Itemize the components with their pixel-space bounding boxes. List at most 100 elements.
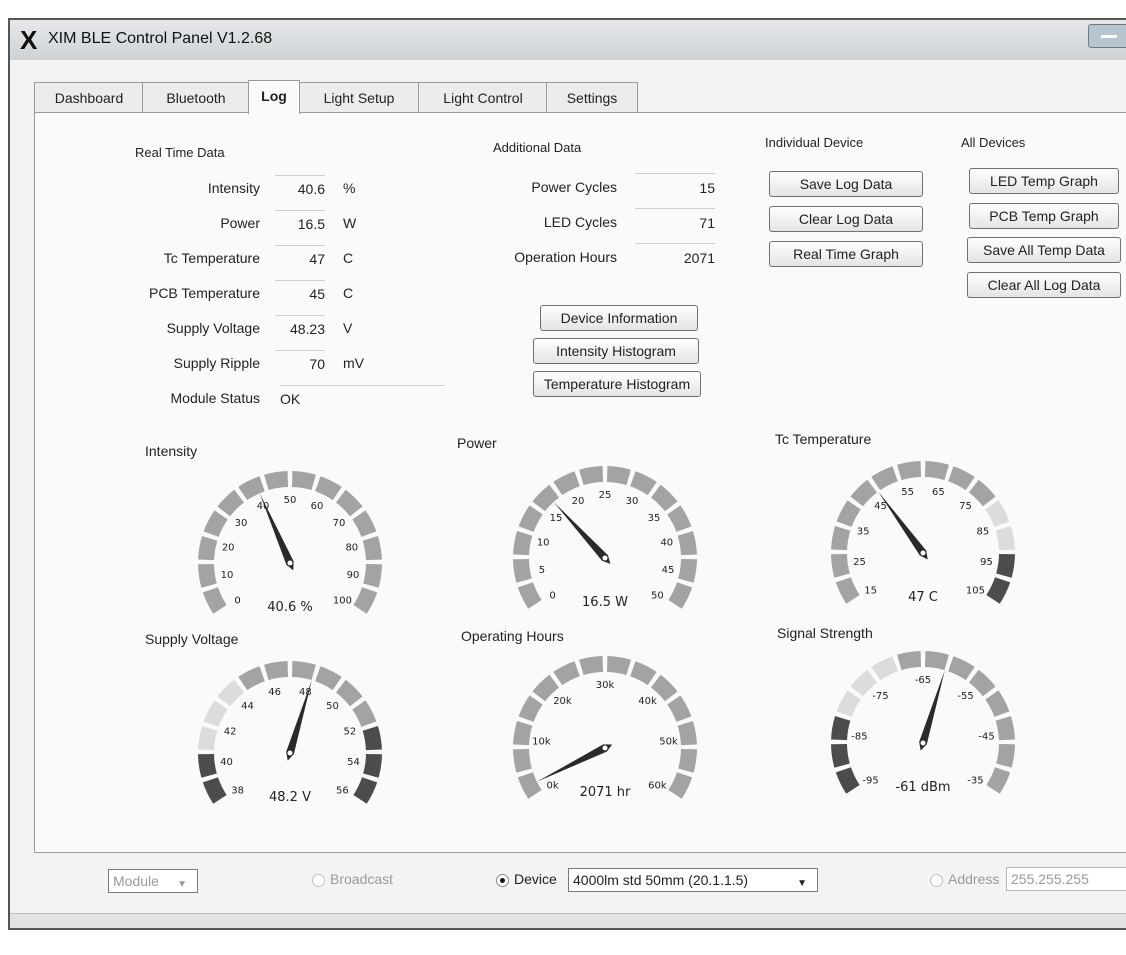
gauge-segment [986,767,1011,794]
gauge-segment [871,466,898,491]
gauge-segment [264,471,289,491]
intensity-histogram-button[interactable]: Intensity Histogram [533,338,699,364]
gauge-segment [203,700,228,727]
gauge-segment [835,577,860,604]
gauge-segment [835,767,860,794]
device-label: Device [514,871,557,887]
clear-all-log-data-button[interactable]: Clear All Log Data [967,272,1121,298]
temperature-histogram-button[interactable]: Temperature Histogram [533,371,701,397]
gauge-segment [198,564,217,588]
gauge-readout: 16.5 W [582,595,628,610]
individual-device-title: Individual Device [765,135,864,150]
gauge-tick-label: 38 [231,786,244,797]
gauge-segment [362,725,382,751]
gauge-tick-label: -95 [862,776,878,787]
gauge-segment [630,661,657,686]
rt-label-supply-ripple: Supply Ripple [173,355,260,371]
rt-label-tc-temperature: Tc Temperature [163,250,260,266]
device-radio[interactable] [496,874,509,887]
gauge-tick-label: 80 [345,542,358,553]
gauge-tick-label: -75 [872,691,888,702]
gauge-segment [517,582,542,609]
gauge-tick-label: 0 [234,596,240,607]
address-label: Address [948,871,1000,887]
gauge-tick-label: 35 [648,513,661,524]
gauge-segment [202,587,227,614]
gauge-segment [831,715,851,741]
tab-light-control[interactable]: Light Control [418,82,548,113]
gauge-segment [352,510,377,537]
gauge-tick-label: 30k [596,680,615,691]
gauge-tick-label: 30 [235,518,248,529]
gauge-segment [291,471,316,491]
gauge-readout: 48.2 V [269,790,311,805]
tab-light-setup[interactable]: Light Setup [298,82,420,113]
gauge-tick-label: 45 [662,565,675,576]
gauge-operating-hours: 0k 10k 20k 30k 40k 50k 60k 2071 hr [513,656,697,800]
gauge-tick-label: 0 [549,591,555,602]
gauge-tick-label: 45 [874,501,887,512]
tab-dashboard[interactable]: Dashboard [34,82,144,113]
gauge-tick-label: 50 [651,591,664,602]
gauge-intensity: 010203040506070809010040.6 % [198,471,382,615]
gauge-segment [202,777,227,804]
led-temp-graph-button[interactable]: LED Temp Graph [969,168,1119,194]
gauge-segment [677,720,697,746]
real-time-graph-button[interactable]: Real Time Graph [769,241,923,267]
gauge-tick-label: 10 [537,537,550,548]
save-all-temp-data-button[interactable]: Save All Temp Data [967,237,1121,263]
gauge-segment [667,505,692,532]
minimize-button[interactable] [1088,24,1126,48]
gauge-title-supply-voltage: Supply Voltage [145,631,239,647]
rt-unit-supply-ripple: mV [343,355,364,371]
rt-value-intensity: 40.6 [275,175,325,197]
gauge-signal-strength: -95 -85 -75 -65 -55 -45 -35 -61 dBm [831,651,1015,795]
gauge-segment [518,505,543,532]
gauge-segment [968,479,996,507]
gauge-segment [513,749,532,773]
save-log-data-button[interactable]: Save Log Data [769,171,923,197]
tab-bluetooth[interactable]: Bluetooth [142,82,250,113]
rt-value-module-status: OK [280,385,445,407]
pcb-temp-graph-button[interactable]: PCB Temp Graph [969,203,1119,229]
gauge-segment [363,754,382,778]
tab-log[interactable]: Log [248,80,300,114]
rt-unit-power: W [343,215,357,231]
module-select[interactable]: Module ▼ [108,869,198,893]
address-input[interactable]: 255.255.255 [1006,867,1126,891]
device-select-value: 4000lm std 50mm (20.1.1.5) [573,872,749,888]
gauge-tick-label: 95 [980,557,993,568]
gauge-segment [650,484,678,512]
clear-log-data-button[interactable]: Clear Log Data [769,206,923,232]
gauge-segment [579,466,604,486]
module-select-value: Module [113,873,159,889]
gauge-title-intensity: Intensity [145,443,198,459]
gauge-tick-label: 52 [344,727,357,738]
gauge-tick-label: 20 [222,542,235,553]
gauge-segment [335,489,363,517]
gauge-segment [353,777,378,804]
gauge-tick-label: 75 [959,501,972,512]
gauge-tc-temperature: 15 25 35 45 55 65 75 85 95 105 47 C [831,461,1015,605]
gauge-pivot [601,744,609,752]
gauge-tick-label: 15 [864,586,877,597]
add-label-power-cycles: Power Cycles [531,179,617,195]
address-radio[interactable] [930,874,943,887]
device-information-button[interactable]: Device Information [540,305,698,331]
add-label-led-cycles: LED Cycles [543,214,617,230]
gauge-power: 0 5 10 15 20 25 30 35 40 45 50 16.5 W [513,466,697,610]
gauge-segment [948,466,975,491]
gauge-segment [513,530,533,556]
gauge-segment [198,535,218,561]
gauge-segment [363,564,382,588]
tab-settings[interactable]: Settings [546,82,638,113]
gauge-tick-label: 15 [550,513,563,524]
broadcast-radio[interactable] [312,874,325,887]
bottom-toolbar: Module ▼ Broadcast Device 4000lm std 50m… [34,852,1126,913]
device-select[interactable]: 4000lm std 50mm (20.1.1.5) ▼ [568,868,818,892]
real-time-data-title: Real Time Data [135,145,225,160]
gauge-segment [217,679,245,707]
add-value-power-cycles: 15 [635,173,715,196]
gauge-needle [536,744,613,782]
gauge-tick-label: 54 [347,757,360,768]
